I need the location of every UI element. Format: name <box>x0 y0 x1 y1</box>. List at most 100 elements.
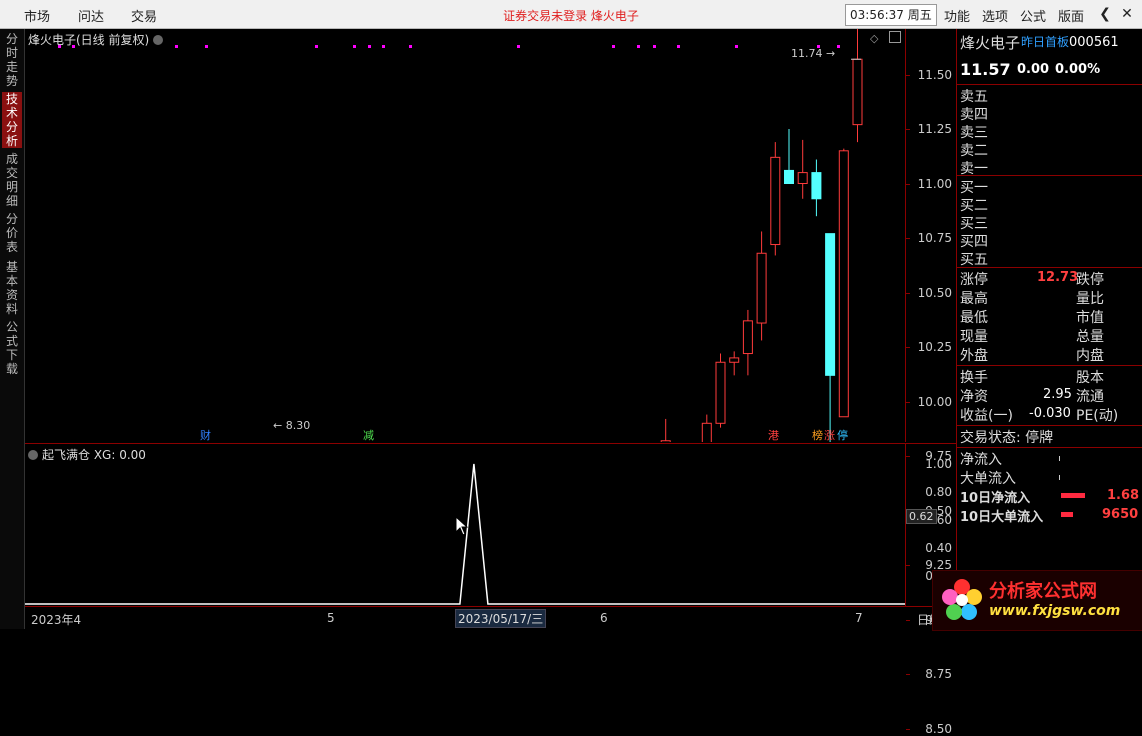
event-tag[interactable]: 港 <box>768 429 779 442</box>
logo-title: 分析家公式网 <box>989 581 1097 602</box>
signal-dot <box>368 45 371 48</box>
tick <box>906 129 910 130</box>
candle-body <box>852 58 863 126</box>
flow-bar <box>1061 493 1085 498</box>
indicator-title-text: 起飞满仓 XG: 0.00 <box>42 448 146 462</box>
eps-value: -0.030 <box>1029 406 1071 421</box>
candle <box>797 139 808 199</box>
indicator-tick-label: 1.00 <box>925 457 952 471</box>
flow-value: 9650 <box>1102 507 1139 522</box>
candle-body <box>715 361 726 424</box>
tick <box>906 401 910 403</box>
signal-dot <box>637 45 640 48</box>
kline-chart: 11.74 → ← 8.30 财 减 港 榜涨停 <box>58 29 863 442</box>
ask-level-label: 卖二 <box>960 143 988 159</box>
chevron-down-icon[interactable] <box>153 34 164 45</box>
window-title: 证券交易未登录 烽火电子 <box>503 9 639 23</box>
flower-logo-icon <box>942 579 982 620</box>
menu-layout[interactable]: 版面 <box>1058 6 1084 25</box>
price-tick-label: 10.50 <box>917 285 952 300</box>
indicator-tick-label: 0.40 <box>925 541 952 555</box>
signal-dot <box>653 45 656 48</box>
event-tag[interactable]: 涨 <box>824 429 835 442</box>
menu-formula[interactable]: 公式 <box>1020 6 1046 25</box>
diamond-icon[interactable]: ◇ <box>870 32 878 45</box>
back-button[interactable]: ❮ <box>1096 4 1114 24</box>
flow-bar <box>1061 512 1073 517</box>
mouse-cursor-icon <box>455 516 469 536</box>
menu-options[interactable]: 选项 <box>982 6 1008 25</box>
stock-name: 烽火电子 <box>960 34 1021 52</box>
tab-price-table[interactable]: 分价表 <box>2 212 22 254</box>
price-tick-label: 10.75 <box>917 231 952 245</box>
tab-profile[interactable]: 基本资料 <box>2 260 22 316</box>
total-volume-label: 总量 <box>1076 329 1104 345</box>
x-label: 6 <box>600 611 608 625</box>
price-tick-label: 11.00 <box>917 176 952 191</box>
eps-label: 收益(一) <box>960 408 1013 424</box>
candle <box>729 351 740 376</box>
menu-trade[interactable]: 交易 <box>131 6 157 25</box>
signal-dot <box>735 45 738 48</box>
tab-trades[interactable]: 成交明细 <box>2 152 22 208</box>
menu-wenda[interactable]: 问达 <box>78 6 104 25</box>
chevron-down-icon[interactable] <box>28 449 38 460</box>
menu-market[interactable]: 市场 <box>24 6 50 25</box>
flow-bar <box>1059 475 1060 480</box>
limit-up-label: 涨停 <box>960 272 988 288</box>
candle-body <box>742 320 753 355</box>
net-asset-label: 净资 <box>960 389 988 405</box>
trade-status: 交易状态: 停牌 <box>960 430 1054 446</box>
date-axis: 2023年4 5 6 7 2023/05/17/三 日线 <box>25 606 955 630</box>
clock: 03:56:37 周五 <box>845 4 937 26</box>
candle <box>838 148 849 418</box>
candle-body <box>784 169 794 184</box>
stock-tag: 昨日首板 <box>1021 35 1070 49</box>
ask-level-label: 卖四 <box>960 107 988 123</box>
vertical-tabs: 分时走势 技术分析 成交明细 分价表 基本资料 公式下载 <box>0 29 25 629</box>
cursor-date-label: 2023/05/17/三 <box>455 609 547 628</box>
indicator-tick-label: 0.80 <box>925 485 952 499</box>
candle <box>660 418 671 442</box>
last-price: 11.57 <box>960 60 1011 79</box>
menu-function[interactable]: 功能 <box>944 6 970 25</box>
window-icon[interactable] <box>889 31 901 43</box>
signal-dot <box>175 45 178 48</box>
tab-formula-download[interactable]: 公式下载 <box>2 320 22 376</box>
tick <box>906 292 910 294</box>
candle-body <box>825 233 836 376</box>
price-change-pct: 0.00% <box>1055 62 1101 77</box>
candle-body <box>797 172 808 185</box>
price-tick-label: 10.25 <box>917 340 952 354</box>
net-asset-value: 2.95 <box>1043 387 1072 402</box>
tick <box>906 183 910 185</box>
candle <box>811 159 822 217</box>
bid-level-label: 买四 <box>960 234 988 250</box>
flow-bar <box>1059 456 1060 461</box>
tab-intraday[interactable]: 分时走势 <box>2 32 22 88</box>
pe-label: PE(动) <box>1076 408 1119 424</box>
signal-dot <box>353 45 356 48</box>
logo-url: www.fxjgsw.com <box>989 603 1121 619</box>
tab-technical[interactable]: 技术分析 <box>2 92 22 148</box>
ask-level-label: 卖三 <box>960 125 988 141</box>
price-change: 0.00 <box>1017 62 1050 77</box>
x-label: 5 <box>327 611 335 625</box>
tick <box>906 674 910 675</box>
candle <box>784 129 794 184</box>
event-tag[interactable]: 榜 <box>812 428 823 442</box>
stock-code: 000561 <box>1069 35 1119 50</box>
watermark-logo: 分析家公式网 www.fxjgsw.com <box>932 570 1142 631</box>
close-button[interactable]: ✕ <box>1118 4 1136 24</box>
candle-body <box>701 422 712 442</box>
signal-dot <box>205 45 208 48</box>
float-label: 流通 <box>1076 389 1104 405</box>
event-tag[interactable]: 停 <box>837 428 848 442</box>
event-tag[interactable]: 财 <box>200 428 211 442</box>
event-tag[interactable]: 减 <box>363 429 374 442</box>
kline-panel[interactable]: 11.74 → ← 8.30 财 减 港 榜涨停 烽火电子(日线 前复权) ◇ <box>25 29 905 442</box>
signal-dot <box>837 45 840 48</box>
indicator-title: 起飞满仓 XG: 0.00 <box>28 446 146 463</box>
price-tick-label: 8.75 <box>925 667 952 681</box>
chart-title: 烽火电子(日线 前复权) <box>28 31 167 48</box>
